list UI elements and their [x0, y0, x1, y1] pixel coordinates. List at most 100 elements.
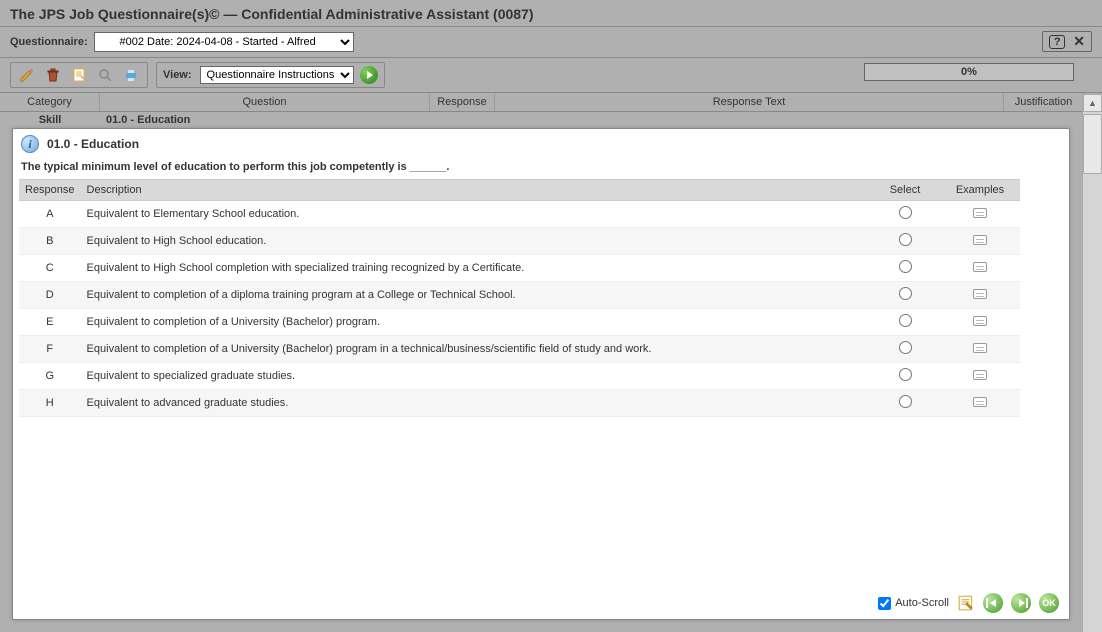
- search-icon[interactable]: [95, 66, 115, 84]
- questionnaire-dropdown[interactable]: #002 Date: 2024-04-08 - Started - Alfred: [94, 32, 354, 52]
- info-icon: i: [21, 135, 39, 153]
- response-table: Response Description Select Examples AEq…: [19, 179, 1020, 417]
- response-select[interactable]: [870, 228, 940, 255]
- cell-question: 01.0 - Education: [100, 114, 430, 126]
- edit-icon[interactable]: [17, 66, 37, 84]
- response-examples[interactable]: [940, 255, 1020, 282]
- response-description: Equivalent to Elementary School educatio…: [81, 201, 870, 228]
- response-description: Equivalent to High School completion wit…: [81, 255, 870, 282]
- response-code: E: [19, 309, 81, 336]
- response-code: B: [19, 228, 81, 255]
- response-description: Equivalent to completion of a University…: [81, 309, 870, 336]
- next-button[interactable]: [1011, 593, 1031, 613]
- help-button[interactable]: ?: [1049, 35, 1065, 49]
- response-row: DEquivalent to completion of a diploma t…: [19, 282, 1020, 309]
- trash-icon[interactable]: [43, 66, 63, 84]
- response-row: FEquivalent to completion of a Universit…: [19, 336, 1020, 363]
- col-justification: Justification: [1004, 93, 1084, 111]
- select-radio[interactable]: [899, 368, 912, 381]
- col-response-text: Response Text: [495, 93, 1004, 111]
- question-prompt: The typical minimum level of education t…: [13, 159, 1069, 179]
- response-description: Equivalent to specialized graduate studi…: [81, 363, 870, 390]
- th-response: Response: [19, 180, 81, 201]
- response-row: AEquivalent to Elementary School educati…: [19, 201, 1020, 228]
- auto-scroll-toggle[interactable]: Auto-Scroll: [878, 597, 949, 610]
- examples-icon[interactable]: [973, 289, 987, 299]
- select-radio[interactable]: [899, 341, 912, 354]
- response-description: Equivalent to completion of a diploma tr…: [81, 282, 870, 309]
- response-code: H: [19, 390, 81, 417]
- examples-icon[interactable]: [973, 235, 987, 245]
- response-select[interactable]: [870, 255, 940, 282]
- response-code: A: [19, 201, 81, 228]
- examples-icon[interactable]: [973, 262, 987, 272]
- prev-button[interactable]: [983, 593, 1003, 613]
- auto-scroll-checkbox[interactable]: [878, 597, 891, 610]
- response-examples[interactable]: [940, 336, 1020, 363]
- auto-scroll-label: Auto-Scroll: [895, 597, 949, 609]
- scroll-up-arrow[interactable]: ▲: [1083, 94, 1102, 112]
- select-radio[interactable]: [899, 233, 912, 246]
- grid-header: Category Question Response Response Text…: [0, 92, 1102, 112]
- response-code: F: [19, 336, 81, 363]
- view-dropdown[interactable]: Questionnaire Instructions: [200, 66, 354, 84]
- col-category: Category: [0, 93, 100, 111]
- th-examples: Examples: [940, 180, 1020, 201]
- header-controls: ? ✕: [1042, 31, 1092, 52]
- examples-icon[interactable]: [973, 397, 987, 407]
- response-select[interactable]: [870, 282, 940, 309]
- progress-bar: 0%: [864, 63, 1074, 81]
- response-code: G: [19, 363, 81, 390]
- view-label: View:: [163, 69, 192, 81]
- ok-button[interactable]: OK: [1039, 593, 1059, 613]
- view-group: View: Questionnaire Instructions: [156, 62, 385, 88]
- response-description: Equivalent to advanced graduate studies.: [81, 390, 870, 417]
- footer-edit-icon[interactable]: [957, 594, 975, 612]
- question-dialog: i 01.0 - Education The typical minimum l…: [12, 128, 1070, 620]
- select-radio[interactable]: [899, 314, 912, 327]
- examples-icon[interactable]: [973, 343, 987, 353]
- print-icon[interactable]: [121, 66, 141, 84]
- response-description: Equivalent to completion of a University…: [81, 336, 870, 363]
- close-button[interactable]: ✕: [1073, 33, 1085, 50]
- dialog-footer: Auto-Scroll OK: [13, 587, 1069, 619]
- response-examples[interactable]: [940, 309, 1020, 336]
- response-examples[interactable]: [940, 390, 1020, 417]
- response-row: CEquivalent to High School completion wi…: [19, 255, 1020, 282]
- th-select: Select: [870, 180, 940, 201]
- page-title: The JPS Job Questionnaire(s)© — Confiden…: [0, 0, 1102, 26]
- questionnaire-selector-row: Questionnaire: #002 Date: 2024-04-08 - S…: [0, 26, 1102, 58]
- grid-row[interactable]: Skill 01.0 - Education: [0, 112, 1102, 128]
- examples-icon[interactable]: [973, 208, 987, 218]
- response-row: BEquivalent to High School education.: [19, 228, 1020, 255]
- response-row: GEquivalent to specialized graduate stud…: [19, 363, 1020, 390]
- toolbar: View: Questionnaire Instructions 0%: [0, 58, 1102, 92]
- response-select[interactable]: [870, 363, 940, 390]
- response-examples[interactable]: [940, 363, 1020, 390]
- response-description: Equivalent to High School education.: [81, 228, 870, 255]
- examples-icon[interactable]: [973, 370, 987, 380]
- notes-icon[interactable]: [69, 66, 89, 84]
- response-examples[interactable]: [940, 201, 1020, 228]
- response-select[interactable]: [870, 390, 940, 417]
- response-code: C: [19, 255, 81, 282]
- select-radio[interactable]: [899, 206, 912, 219]
- scroll-thumb[interactable]: [1083, 114, 1102, 174]
- response-row: EEquivalent to completion of a Universit…: [19, 309, 1020, 336]
- response-examples[interactable]: [940, 282, 1020, 309]
- response-select[interactable]: [870, 201, 940, 228]
- examples-icon[interactable]: [973, 316, 987, 326]
- dialog-title: 01.0 - Education: [47, 137, 139, 151]
- response-select[interactable]: [870, 336, 940, 363]
- toolbar-actions: [10, 62, 148, 88]
- response-examples[interactable]: [940, 228, 1020, 255]
- go-button[interactable]: [360, 66, 378, 84]
- response-row: HEquivalent to advanced graduate studies…: [19, 390, 1020, 417]
- select-radio[interactable]: [899, 395, 912, 408]
- col-question: Question: [100, 93, 430, 111]
- select-radio[interactable]: [899, 287, 912, 300]
- select-radio[interactable]: [899, 260, 912, 273]
- response-code: D: [19, 282, 81, 309]
- response-select[interactable]: [870, 309, 940, 336]
- vertical-scrollbar[interactable]: ▲: [1082, 94, 1102, 632]
